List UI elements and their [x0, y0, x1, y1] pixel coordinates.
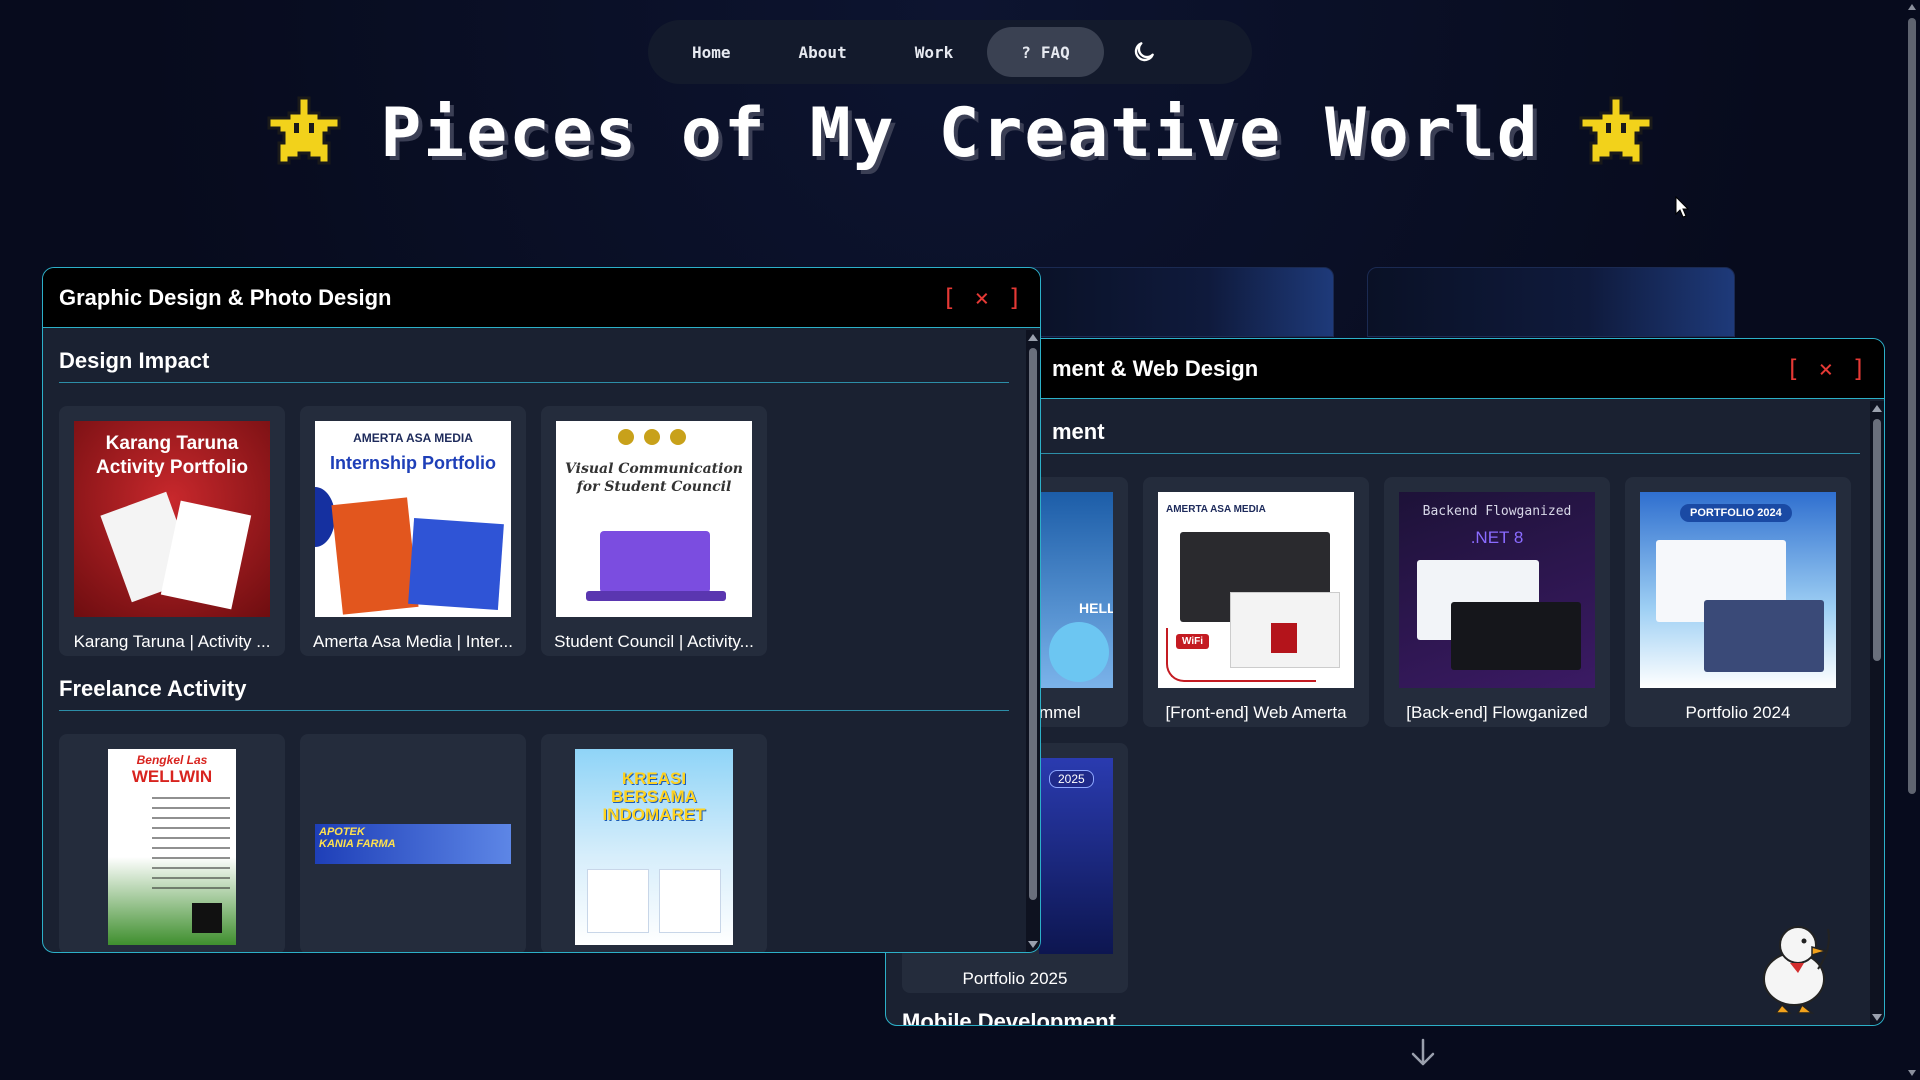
window-title: Graphic Design & Photo Design [59, 284, 392, 310]
project-card[interactable]: Karang Taruna Activity Portfolio Karang … [59, 406, 285, 656]
scroll-down-arrow[interactable] [1028, 941, 1038, 948]
thumb-text: AMERTA ASA MEDIA [353, 431, 473, 445]
thumb-text: KANIA FARMA [319, 838, 396, 850]
project-thumbnail: APOTEK KANIA FARMA [315, 824, 511, 864]
project-label: Portfolio 2024 [1685, 703, 1791, 722]
thumb-text: PORTFOLIO 2024 [1680, 504, 1792, 522]
moon-icon [1134, 42, 1154, 62]
scrollbar-thumb[interactable] [1908, 18, 1916, 794]
page-scrollbar[interactable] [1904, 0, 1920, 1080]
thumb-text: KREASI [621, 769, 687, 788]
hero: Pieces of My Creative World [0, 88, 1920, 178]
duck-mascot-icon[interactable] [1746, 909, 1846, 1019]
close-button[interactable]: [ × ] [1786, 355, 1868, 383]
thumb-text: for Student Council [576, 479, 732, 495]
pixel-star-icon [267, 96, 341, 165]
project-label: Portfolio 2025 [962, 969, 1068, 988]
project-thumbnail: Backend Flowganized .NET 8 [1399, 492, 1595, 688]
project-label: [Back-end] Flowganized [1406, 703, 1588, 722]
thumb-text: AMERTA ASA MEDIA [1166, 504, 1266, 515]
close-button[interactable]: [ × ] [942, 284, 1024, 312]
thumb-text: .NET 8 [1470, 528, 1524, 547]
nav-faq[interactable]: ? FAQ [987, 27, 1104, 77]
work-card-background[interactable] [1367, 267, 1735, 337]
section-title: ment [902, 419, 1860, 454]
project-label: Student Council | Activity... [554, 632, 754, 651]
project-thumbnail: 2025 [1039, 758, 1113, 954]
pixel-star-icon [1579, 96, 1653, 165]
window-scrollbar[interactable] [1026, 330, 1040, 952]
project-thumbnail: AMERTA ASA MEDIA Internship Portfolio [315, 421, 511, 617]
project-card[interactable]: APOTEK KANIA FARMA [300, 734, 526, 952]
project-card[interactable]: PORTFOLIO 2024 Portfolio 2024 [1625, 477, 1851, 727]
project-label: Amerta Asa Media | Inter... [312, 632, 513, 651]
thumb-text: Visual Communication [565, 461, 743, 477]
thumb-text: Karang Taruna [105, 433, 239, 454]
scroll-down-arrow[interactable] [1908, 1070, 1916, 1076]
thumb-text: Activity Portfolio [95, 457, 248, 478]
scroll-down-arrow[interactable] [1872, 1014, 1882, 1021]
thumb-text: APOTEK [319, 826, 365, 838]
nav-home[interactable]: Home [658, 27, 765, 77]
thumb-text: INDOMARET [602, 805, 706, 824]
thumb-text: 2025 [1049, 770, 1094, 788]
scrollbar-thumb[interactable] [1873, 419, 1881, 661]
nav-work[interactable]: Work [881, 27, 988, 77]
project-thumbnail: KREASI BERSAMA INDOMARET [575, 749, 733, 945]
mouse-cursor-icon [1675, 196, 1689, 218]
project-thumbnail: Karang Taruna Activity Portfolio [74, 421, 270, 617]
top-nav: Home About Work ? FAQ [648, 20, 1252, 84]
project-card[interactable]: AMERTA ASA MEDIA Internship Portfolio Am… [300, 406, 526, 656]
thumb-text: Bengkel Las [136, 753, 208, 767]
project-label: Karang Taruna | Activity ... [73, 632, 271, 651]
project-label: mmel [1039, 703, 1081, 722]
page-title: Pieces of My Creative World [380, 93, 1540, 173]
project-card[interactable]: Backend Flowganized .NET 8 [Back-end] Fl… [1384, 477, 1610, 727]
project-card[interactable]: KREASI BERSAMA INDOMARET [541, 734, 767, 952]
window-header: Graphic Design & Photo Design [ × ] [43, 268, 1040, 328]
nav-about[interactable]: About [765, 27, 881, 77]
scroll-up-arrow[interactable] [1028, 334, 1038, 341]
project-label: [Front-end] Web Amerta [1165, 703, 1347, 722]
nav-about-label: About [798, 42, 847, 62]
project-card[interactable]: AMERTA ASA MEDIA WiFi [Front-end] Web Am… [1143, 477, 1369, 727]
thumb-text: Backend Flowganized [1422, 504, 1572, 519]
nav-home-label: Home [692, 42, 731, 62]
project-thumbnail: AMERTA ASA MEDIA WiFi [1158, 492, 1354, 688]
thumb-text: BERSAMA [611, 787, 697, 806]
project-thumbnail: HELLO [1039, 492, 1113, 688]
section-title: Design Impact [59, 348, 1009, 383]
section-title: Freelance Activity [59, 676, 1009, 711]
thumb-text: WELLWIN [131, 767, 213, 786]
scroll-up-arrow[interactable] [1908, 4, 1916, 10]
question-icon: ? [1021, 42, 1031, 62]
project-thumbnail: Bengkel Las WELLWIN [108, 749, 236, 945]
theme-toggle-button[interactable] [1124, 32, 1164, 72]
project-card[interactable]: Bengkel Las WELLWIN [59, 734, 285, 952]
window-scrollbar[interactable] [1870, 401, 1884, 1025]
scroll-up-arrow[interactable] [1872, 405, 1882, 412]
graphic-design-window: Graphic Design & Photo Design [ × ] Desi… [42, 267, 1041, 953]
project-thumbnail: Visual Communication for Student Council [556, 421, 752, 617]
project-thumbnail: PORTFOLIO 2024 [1640, 492, 1836, 688]
thumb-text: Internship Portfolio [330, 453, 496, 473]
work-card-background[interactable] [1020, 267, 1334, 337]
arrow-down-icon[interactable] [1410, 1038, 1436, 1068]
nav-work-label: Work [914, 42, 954, 62]
section-title: Mobile Development [902, 1009, 1116, 1026]
project-card[interactable]: Visual Communication for Student Council… [541, 406, 767, 656]
nav-faq-label: FAQ [1040, 42, 1070, 62]
scrollbar-thumb[interactable] [1029, 348, 1037, 900]
